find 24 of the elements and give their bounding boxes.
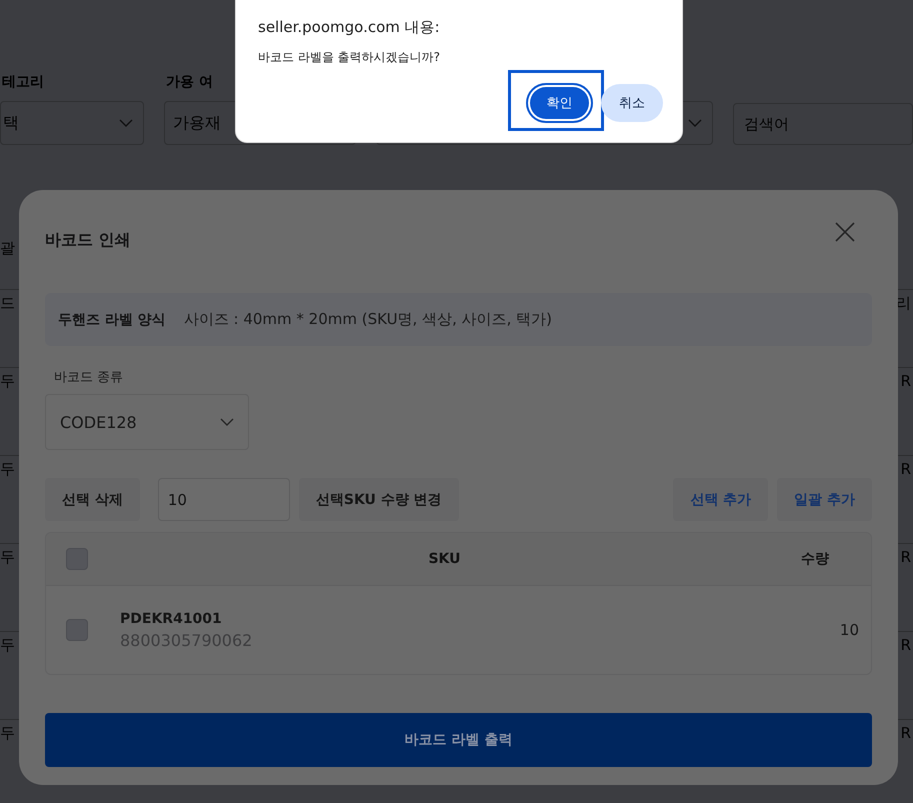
modal-title: 바코드 인쇄	[45, 230, 131, 250]
alert-message: 바코드 라벨을 출력하시겠습니까?	[258, 49, 441, 66]
table-cell-text: 두	[0, 547, 15, 567]
table-cell-text: R	[900, 723, 912, 742]
filter-label: 테고리	[1, 73, 45, 92]
filter-label: 가용 여	[165, 73, 214, 92]
quantity-cell: 10	[840, 621, 859, 639]
table-cell-text: 두	[0, 371, 15, 391]
table-cell-text: 괄	[0, 238, 15, 258]
table-cell-text: R	[900, 635, 912, 654]
table-cell-text: R	[900, 547, 912, 566]
table-cell-text: 두	[0, 723, 15, 743]
banner-text: 사이즈 : 40mm * 20mm (SKU명, 색상, 사이즈, 택가)	[184, 310, 552, 329]
table-cell-text: 두	[0, 459, 15, 479]
alert-title: seller.poomgo.com 내용:	[258, 18, 441, 37]
column-header: 수량	[801, 550, 830, 568]
field-label: 바코드 종류	[54, 369, 124, 386]
table-cell-text: 두	[0, 635, 15, 655]
table-cell-text: R	[900, 371, 912, 390]
banner-label: 두핸즈 라벨 양식	[58, 310, 166, 328]
table-cell-text: R	[900, 459, 912, 478]
sku-code: PDEKR41001	[120, 610, 223, 626]
column-header: SKU	[427, 551, 462, 567]
table-cell-text: 드	[0, 293, 15, 313]
